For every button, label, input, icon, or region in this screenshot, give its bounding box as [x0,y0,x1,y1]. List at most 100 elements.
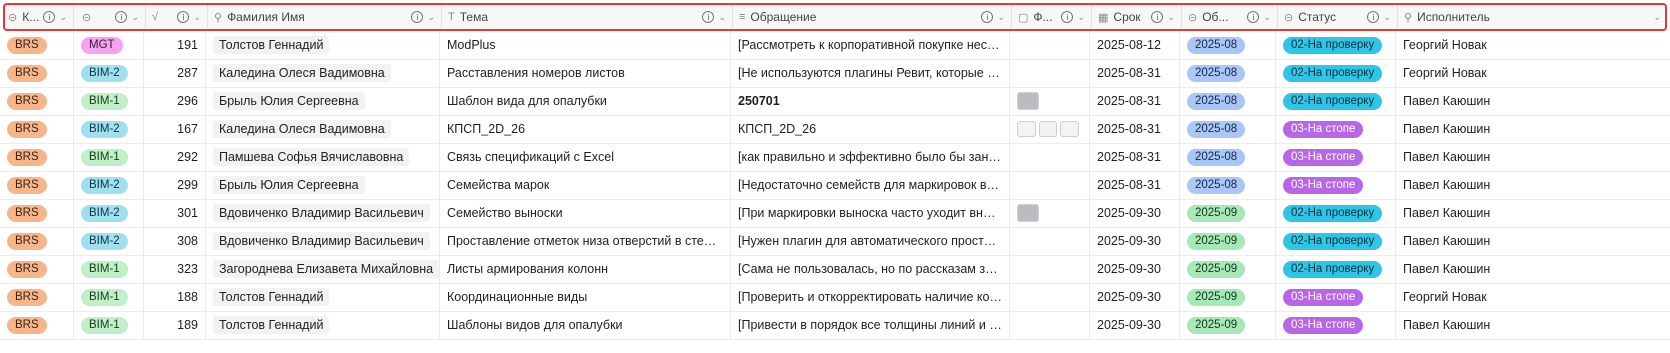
cell-files[interactable] [1010,31,1090,59]
cell-dept[interactable]: BIM-2 [74,227,144,255]
attachment-thumbnail-icon[interactable] [1060,121,1080,137]
cell-topic[interactable]: Семейство выноски [440,199,731,227]
info-icon[interactable]: i [411,11,424,23]
cell-topic[interactable]: Семейства марок [440,171,731,199]
cell-name[interactable]: Брыль Юлия Сергеевна [206,171,440,199]
cell-company[interactable]: BRS [0,227,74,255]
cell-name[interactable]: Загороднева Елизавета Михайловна [206,255,440,283]
column-header-company[interactable]: ⊝ К... i ⌄ [2,5,74,29]
cell-name[interactable]: Толстов Геннадий [206,283,440,311]
cell-due[interactable]: 2025-09-30 [1090,199,1180,227]
cell-id[interactable]: 301 [144,199,206,227]
info-icon[interactable]: i [981,11,994,23]
cell-name[interactable]: Памшева Софья Вячиславовна [206,143,440,171]
cell-request[interactable]: [как правильно и эффективно было бы зано… [731,143,1010,171]
cell-assignee[interactable]: Георгий Новак [1396,283,1670,311]
cell-company[interactable]: BRS [0,171,74,199]
chevron-down-icon[interactable]: ⌄ [1383,12,1391,23]
cell-assignee[interactable]: Павел Каюшин [1396,199,1670,227]
cell-id[interactable]: 189 [144,311,206,339]
info-icon[interactable]: i [1247,11,1260,23]
cell-request[interactable]: [Проверить и откорректировать наличие ко… [731,283,1010,311]
cell-status[interactable]: 03-На стопе [1276,311,1396,339]
cell-files[interactable] [1010,59,1090,87]
column-header-request[interactable]: ≡ Обращение i ⌄ [733,5,1012,29]
cell-month[interactable]: 2025-09 [1180,283,1276,311]
table-row[interactable]: BRS BIM-1 188 Толстов Геннадий Координационн… [0,283,1670,312]
table-row[interactable]: BRS BIM-1 292 Памшева Софья Вячиславовна Свя… [0,143,1670,172]
cell-company[interactable]: BRS [0,255,74,283]
cell-status[interactable]: 02-На проверку [1276,59,1396,87]
chevron-down-icon[interactable]: ⌄ [1077,12,1085,23]
table-row[interactable]: BRS BIM-2 287 Каледина Олеся Вадимовна Расст… [0,59,1670,88]
chevron-down-icon[interactable]: ⌄ [131,12,139,23]
cell-assignee[interactable]: Павел Каюшин [1396,87,1670,115]
chevron-down-icon[interactable]: ⌄ [193,12,201,23]
cell-topic[interactable]: Координационные виды [440,283,731,311]
cell-name[interactable]: Каледина Олеся Вадимовна [206,115,440,143]
cell-files[interactable] [1010,311,1090,339]
table-row[interactable]: BRS BIM-2 167 Каледина Олеся Вадимовна КПСП_… [0,115,1670,144]
cell-request[interactable]: [Привести в порядок все толщины линий и … [731,311,1010,339]
cell-month[interactable]: 2025-09 [1180,199,1276,227]
cell-due[interactable]: 2025-08-31 [1090,87,1180,115]
cell-month[interactable]: 2025-08 [1180,59,1276,87]
cell-topic[interactable]: Проставление отметок низа отверстий в ст… [440,227,731,255]
cell-status[interactable]: 03-На стопе [1276,283,1396,311]
cell-assignee[interactable]: Павел Каюшин [1396,143,1670,171]
chevron-down-icon[interactable]: ⌄ [1167,12,1175,23]
column-header-due[interactable]: ▦ Срок i ⌄ [1092,5,1182,29]
cell-assignee[interactable]: Георгий Новак [1396,59,1670,87]
cell-company[interactable]: BRS [0,87,74,115]
cell-due[interactable]: 2025-09-30 [1090,227,1180,255]
cell-id[interactable]: 287 [144,59,206,87]
column-header-files[interactable]: ▢ Ф... i ⌄ [1012,5,1092,29]
cell-company[interactable]: BRS [0,115,74,143]
cell-month[interactable]: 2025-09 [1180,227,1276,255]
cell-dept[interactable]: BIM-1 [74,255,144,283]
attachment-thumbnail-icon[interactable] [1017,92,1039,110]
cell-name[interactable]: Толстов Геннадий [206,31,440,59]
cell-dept[interactable]: BIM-2 [74,199,144,227]
cell-name[interactable]: Вдовиченко Владимир Васильевич [206,199,440,227]
cell-due[interactable]: 2025-09-30 [1090,283,1180,311]
table-row[interactable]: BRS BIM-2 301 Вдовиченко Владимир Васильеви… [0,199,1670,228]
cell-due[interactable]: 2025-08-31 [1090,171,1180,199]
cell-due[interactable]: 2025-09-30 [1090,311,1180,339]
cell-topic[interactable]: Расставления номеров листов [440,59,731,87]
chevron-down-icon[interactable]: ⌄ [1263,12,1271,23]
column-header-dept[interactable]: ⊝ i ⌄ [76,5,146,29]
cell-due[interactable]: 2025-08-31 [1090,59,1180,87]
table-row[interactable]: BRS BIM-1 189 Толстов Геннадий Шаблоны видов… [0,311,1670,340]
attachment-thumbnail-icon[interactable] [1017,121,1036,137]
info-icon[interactable]: i [1367,11,1380,23]
cell-assignee[interactable]: Павел Каюшин [1396,115,1670,143]
cell-id[interactable]: 299 [144,171,206,199]
cell-month[interactable]: 2025-08 [1180,87,1276,115]
cell-company[interactable]: BRS [0,143,74,171]
cell-status[interactable]: 02-На проверку [1276,199,1396,227]
cell-topic[interactable]: Связь спецификаций с Excel [440,143,731,171]
cell-name[interactable]: Каледина Олеся Вадимовна [206,59,440,87]
cell-request[interactable]: 250701 [731,87,1010,115]
cell-dept[interactable]: BIM-1 [74,143,144,171]
cell-files[interactable] [1010,199,1090,227]
cell-status[interactable]: 02-На проверку [1276,255,1396,283]
cell-month[interactable]: 2025-09 [1180,255,1276,283]
cell-month[interactable]: 2025-08 [1180,31,1276,59]
column-header-month[interactable]: ⊝ Об... i ⌄ [1182,5,1278,29]
cell-files[interactable] [1010,115,1090,143]
table-row[interactable]: BRS BIM-2 299 Брыль Юлия Сергеевна Семейства… [0,171,1670,200]
cell-files[interactable] [1010,87,1090,115]
cell-company[interactable]: BRS [0,311,74,339]
cell-due[interactable]: 2025-09-30 [1090,255,1180,283]
cell-topic[interactable]: КПСП_2D_26 [440,115,731,143]
chevron-down-icon[interactable]: ⌄ [718,12,726,23]
cell-dept[interactable]: BIM-2 [74,59,144,87]
cell-id[interactable]: 191 [144,31,206,59]
cell-status[interactable]: 03-На стопе [1276,115,1396,143]
column-header-name[interactable]: ⚲ Фамилия Имя i ⌄ [208,5,442,29]
cell-id[interactable]: 188 [144,283,206,311]
cell-topic[interactable]: ModPlus [440,31,731,59]
cell-files[interactable] [1010,171,1090,199]
